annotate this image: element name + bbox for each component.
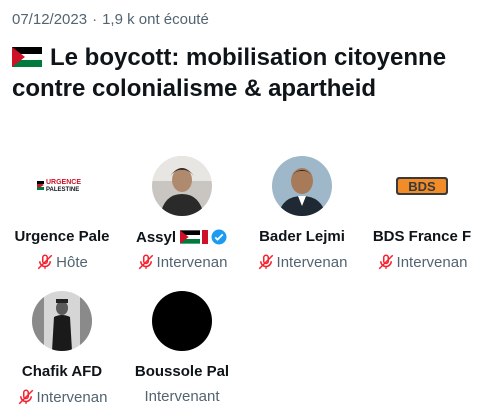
speaker-name: BDS France F	[372, 228, 472, 245]
space-date: 07/12/2023	[12, 11, 88, 28]
space-title-text: Le boycott: mobilisation citoyenne contr…	[12, 44, 447, 102]
speaker-name: Bader Lejmi	[259, 228, 345, 245]
avatar: BDS	[392, 156, 452, 216]
speaker-role: Intervenan	[242, 253, 362, 271]
speaker-role-label: Intervenant	[144, 388, 220, 405]
speaker-role: Intervenan	[2, 388, 122, 406]
avatar	[152, 291, 212, 351]
avatar: URGENCE PALESTINE	[32, 156, 92, 216]
speaker-role: Intervenan	[362, 253, 482, 271]
speaker-role-label: Intervenan	[276, 253, 348, 271]
speaker-bader-lejmi[interactable]: Bader Lejmi Intervenan	[242, 156, 362, 280]
person-photo	[32, 291, 92, 351]
speaker-chafik-afd[interactable]: Chafik AFD Intervenan	[2, 291, 122, 415]
speaker-bds-france[interactable]: BDS BDS France F Intervenan	[362, 156, 482, 280]
avatar	[272, 156, 332, 216]
bds-logo: BDS	[392, 156, 452, 216]
partial-flag-icon	[202, 230, 209, 244]
space-title: Le boycott: mobilisation citoyenne contr…	[12, 42, 482, 104]
speaker-urgence-palestine[interactable]: URGENCE PALESTINE Urgence Pale Hôte	[2, 156, 122, 280]
speaker-role-label: Hôte	[56, 253, 88, 271]
speaker-name: Assyl	[135, 228, 177, 246]
person-photo	[152, 156, 212, 216]
speaker-boussole-pal[interactable]: Boussole Pal Intervenant	[122, 291, 242, 415]
black-avatar	[152, 291, 212, 351]
speaker-role: Intervenant	[122, 388, 242, 405]
listener-count: 1,9 k ont écouté	[102, 11, 209, 28]
speaker-role-label: Intervenan	[36, 388, 108, 406]
speaker-name-row: Assyl	[122, 228, 242, 246]
mic-muted-icon	[18, 389, 33, 405]
mic-muted-icon	[138, 254, 153, 270]
mic-muted-icon	[378, 254, 393, 270]
mic-muted-icon	[37, 254, 53, 270]
speaker-role: Hôte	[2, 253, 122, 271]
person-photo	[272, 156, 332, 216]
logo-text-line-2: PALESTINE	[46, 187, 79, 193]
palestine-flag-icon	[12, 47, 42, 67]
speaker-assyl[interactable]: Assyl Intervenan	[122, 156, 242, 280]
verified-badge-icon	[211, 229, 227, 245]
avatar	[32, 291, 92, 351]
speaker-role-label: Intervenan	[396, 253, 468, 271]
meta-separator: ·	[92, 11, 98, 28]
speaker-name: Chafik AFD	[21, 363, 103, 380]
urgence-palestine-logo: URGENCE PALESTINE	[32, 156, 92, 216]
speaker-role: Intervenan	[122, 253, 242, 271]
speaker-role-label: Intervenan	[156, 253, 228, 271]
speaker-name: Urgence Pale	[14, 228, 110, 245]
bds-logo-text: BDS	[408, 179, 436, 194]
space-meta: 07/12/2023 · 1,9 k ont écouté	[12, 11, 209, 28]
palestine-flag-icon	[180, 230, 201, 244]
logo-text-line-1: URGENCE	[46, 179, 81, 186]
mic-muted-icon	[258, 254, 273, 270]
speaker-name: Boussole Pal	[134, 363, 230, 380]
avatar	[152, 156, 212, 216]
